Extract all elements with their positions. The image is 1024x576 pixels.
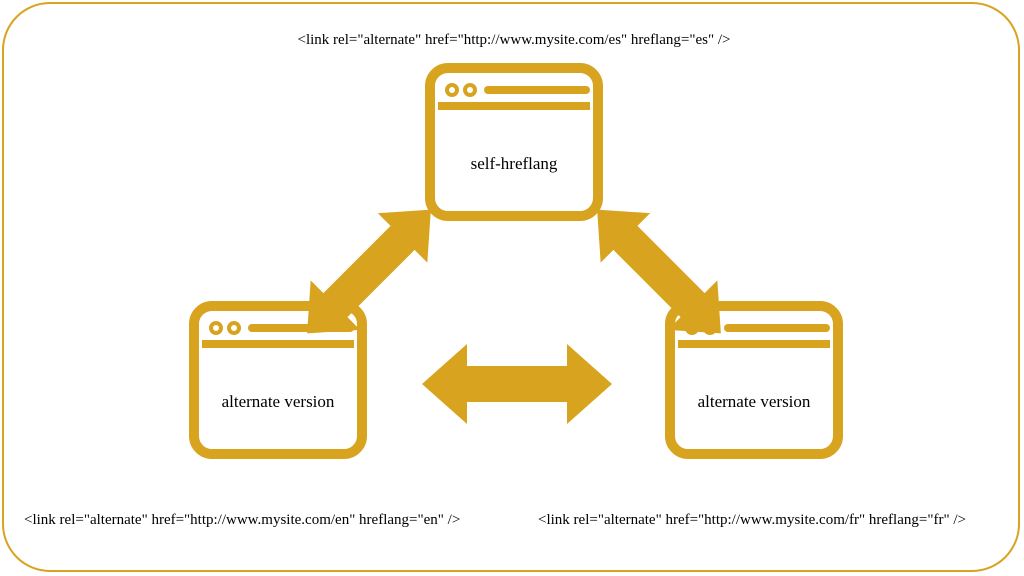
double-arrow-icon-bottom bbox=[422, 344, 612, 424]
double-arrow-icon-left bbox=[282, 185, 455, 358]
window-left-label: alternate version bbox=[188, 392, 368, 412]
diagram-frame: <link rel="alternate" href="http://www.m… bbox=[2, 2, 1020, 572]
double-arrow-icon-right bbox=[572, 185, 745, 358]
caption-left: <link rel="alternate" href="http://www.m… bbox=[24, 512, 514, 529]
window-self-label: self-hreflang bbox=[424, 154, 604, 174]
caption-right: <link rel="alternate" href="http://www.m… bbox=[538, 512, 1024, 529]
window-right-label: alternate version bbox=[664, 392, 844, 412]
browser-window-icon bbox=[424, 62, 604, 222]
caption-top: <link rel="alternate" href="http://www.m… bbox=[264, 32, 764, 49]
window-self: self-hreflang bbox=[424, 62, 604, 222]
